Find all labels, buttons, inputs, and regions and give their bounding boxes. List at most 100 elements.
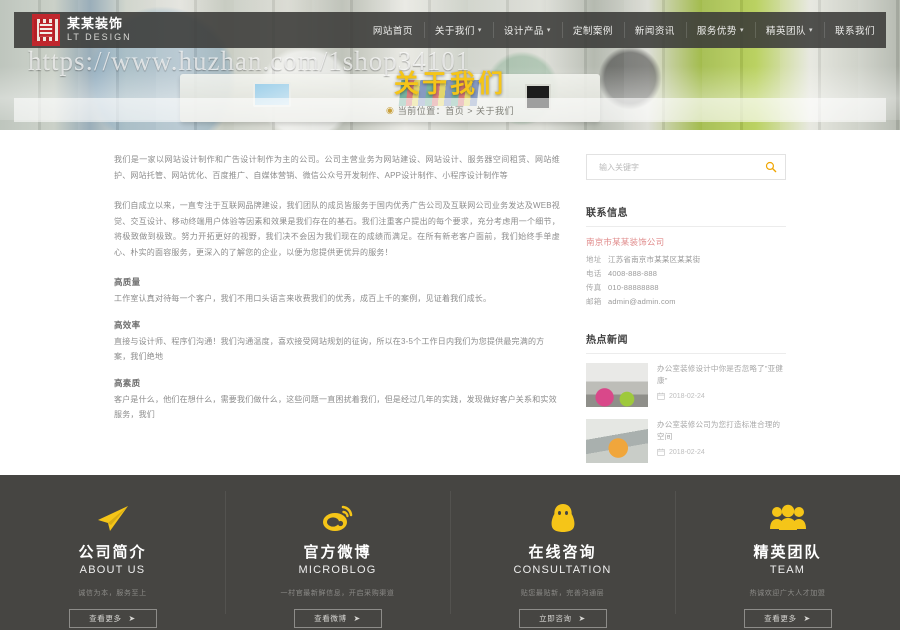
nav-label: 定制案例 [573,23,613,37]
chevron-down-icon: ▾ [478,26,482,34]
footer-title-en: TEAM [770,564,805,576]
contact-value: 江苏省南京市某某区某某街 [608,253,786,267]
chevron-down-icon: ▾ [740,26,744,34]
contact-row-address: 地址 江苏省南京市某某区某某街 [586,253,786,267]
nav-label: 关于我们 [435,23,475,37]
about-paragraph-2: 我们自成立以来，一直专注于互联网品牌建设，我们团队的成员皆服务于国内优秀广告公司… [114,198,560,260]
footer-button-label: 查看微博 [314,613,346,624]
footer-title-cn: 公司简介 [78,541,146,562]
arrow-right-icon: ➤ [129,614,136,623]
site-logo[interactable]: 某某装饰 LT DESIGN [14,14,147,46]
news-list-item[interactable]: 办公室装修公司为您打造标准合理的空间 2018-02-24 [586,419,786,463]
calendar-icon [657,448,665,456]
nav-label: 联系我们 [835,23,875,37]
footer-title-cn: 在线咨询 [528,541,596,562]
team-users-icon [769,501,807,535]
site-header: 某某装饰 LT DESIGN 网站首页 关于我们 ▾ 设计产品 ▾ 定制案例 新… [14,12,886,48]
qq-penguin-icon [548,501,578,535]
arrow-right-icon: ➤ [804,614,811,623]
main-section: 我们是一家以网站设计制作和广告设计制作为主的公司。公司主营业务为网站建设、网站设… [0,130,900,475]
footer-column-team: 精英团队 TEAM 热诚欢迎广大人才加盟 查看更多 ➤ [675,475,900,630]
logo-text: 某某装饰 LT DESIGN [67,17,132,42]
footer-button-label: 查看更多 [89,613,121,624]
feature-body: 直接与设计师、程序们沟通！我们沟通温度，喜欢接受网站规划的征询，所以在3-5个工… [114,334,560,364]
contact-row-fax: 传真 010-88888888 [586,281,786,295]
nav-item-services[interactable]: 服务优势 ▾ [686,12,755,48]
news-text: 办公室装修公司为您打造标准合理的空间 2018-02-24 [657,419,786,463]
news-date: 2018-02-24 [669,449,705,456]
page-root: https://www.huzhan.com/1shop34101 关于我们 ◉… [0,0,900,630]
feature-talent: 高素质 客户是什么，他们在想什么，需要我们做什么，这些问题一直困扰着我们，但是经… [114,377,560,422]
news-title[interactable]: 办公室装修公司为您打造标准合理的空间 [657,419,786,444]
contact-key: 地址 [586,253,608,267]
feature-quality: 高质量 工作室认真对待每一个客户，我们不用口头语言来收费我们的优秀，成百上千的案… [114,276,560,306]
news-list-item[interactable]: 办公室装修设计中你是否忽略了"亚健康" 2018-02-24 [586,363,786,407]
footer-desc: 一村官最新鲜信息，开启采购渠道 [281,588,395,598]
footer-button-label: 立即咨询 [539,613,571,624]
contact-row-phone: 电话 4008-888-888 [586,267,786,281]
arrow-right-icon: ➤ [354,614,361,623]
nav-item-home[interactable]: 网站首页 [362,12,424,48]
contact-key: 电话 [586,267,608,281]
contact-value: 010-88888888 [608,281,786,295]
contact-key: 传真 [586,281,608,295]
footer-desc: 贴您最贴新，完善沟通层 [521,588,605,598]
footer-button-label: 查看更多 [764,613,796,624]
footer-title-cn: 官方微博 [303,541,371,562]
page-title: 关于我们 [0,64,900,100]
nav-item-products[interactable]: 设计产品 ▾ [493,12,562,48]
chevron-down-icon: ▾ [547,26,551,34]
nav-item-about[interactable]: 关于我们 ▾ [424,12,493,48]
nav-label: 新闻资讯 [635,23,675,37]
news-title[interactable]: 办公室装修设计中你是否忽略了"亚健康" [657,363,786,388]
main-inner: 我们是一家以网站设计制作和广告设计制作为主的公司。公司主营业务为网站建设、网站设… [114,130,786,531]
paper-plane-icon [96,501,130,535]
nav-item-news[interactable]: 新闻资讯 [624,12,686,48]
nav-item-team[interactable]: 精英团队 ▾ [755,12,824,48]
chevron-down-icon: ▾ [809,26,813,34]
company-name: 南京市某某装饰公司 [586,236,786,248]
footer-weibo-button[interactable]: 查看微博 ➤ [294,609,382,628]
site-footer: 公司简介 ABOUT US 诚信为本，服务至上 查看更多 ➤ 官方微博 MICR… [0,475,900,630]
search-box[interactable] [586,154,786,180]
feature-body: 客户是什么，他们在想什么，需要我们做什么，这些问题一直困扰着我们，但是经过几年的… [114,392,560,422]
search-icon[interactable] [765,161,777,173]
news-date: 2018-02-24 [669,393,705,400]
logo-name-cn: 某某装饰 [67,17,132,31]
footer-consult-button[interactable]: 立即咨询 ➤ [519,609,607,628]
sidebar: 联系信息 南京市某某装饰公司 地址 江苏省南京市某某区某某街 电话 4008-8… [586,152,786,531]
news-text: 办公室装修设计中你是否忽略了"亚健康" 2018-02-24 [657,363,786,407]
contact-value: admin@admin.com [608,295,786,309]
nav-label: 精英团队 [766,23,806,37]
feature-title: 高素质 [114,377,560,389]
nav-label: 设计产品 [504,23,544,37]
calendar-icon [657,392,665,400]
contact-value: 4008-888-888 [608,267,786,281]
footer-team-button[interactable]: 查看更多 ➤ [744,609,832,628]
footer-desc: 热诚欢迎广大人才加盟 [750,588,826,598]
logo-name-en: LT DESIGN [67,33,132,42]
about-paragraph-1: 我们是一家以网站设计制作和广告设计制作为主的公司。公司主营业务为网站建设、网站设… [114,152,560,183]
feature-body: 工作室认真对待每一个客户，我们不用口头语言来收费我们的优秀，成百上千的案例，见证… [114,291,560,306]
search-input[interactable] [599,163,765,172]
contact-key: 邮箱 [586,295,608,309]
news-date-row: 2018-02-24 [657,448,786,456]
footer-title-en: CONSULTATION [513,564,611,576]
feature-title: 高效率 [114,319,560,331]
nav-item-contact[interactable]: 联系我们 [824,12,886,48]
feature-title: 高质量 [114,276,560,288]
news-thumbnail [586,419,648,463]
weibo-icon [321,501,355,535]
nav-label: 网站首页 [373,23,413,37]
arrow-right-icon: ➤ [579,614,586,623]
nav-item-cases[interactable]: 定制案例 [562,12,624,48]
red-seal-logo-icon [32,14,60,46]
main-navigation: 网站首页 关于我们 ▾ 设计产品 ▾ 定制案例 新闻资讯 服务优势 ▾ 精英团队 [362,12,886,48]
footer-column-weibo: 官方微博 MICROBLOG 一村官最新鲜信息，开启采购渠道 查看微博 ➤ [225,475,450,630]
contact-panel-title: 联系信息 [586,204,786,227]
news-thumbnail [586,363,648,407]
footer-title-en: MICROBLOG [298,564,376,576]
footer-more-button[interactable]: 查看更多 ➤ [69,609,157,628]
news-date-row: 2018-02-24 [657,392,786,400]
footer-column-about: 公司简介 ABOUT US 诚信为本，服务至上 查看更多 ➤ [0,475,225,630]
